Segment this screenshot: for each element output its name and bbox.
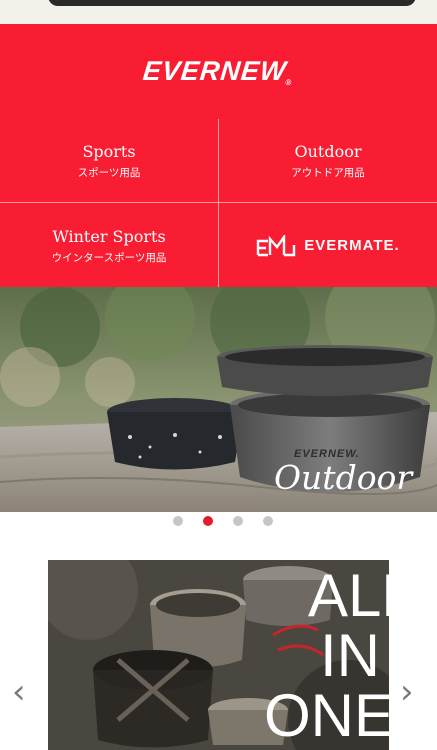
carousel-dot-2[interactable] [203,516,213,526]
category-winter-sports-subtitle: ウインタースポーツ用品 [51,251,167,264]
logo-text: EVERNEW [141,56,289,86]
category-outdoor-title: Outdoor [294,141,362,161]
carousel-dot-4[interactable] [263,516,273,526]
registered-mark: ® [285,78,294,87]
evernew-logo[interactable]: EVERNEW® [142,56,296,87]
promo-line-2: IN [320,622,380,689]
category-winter-sports-title: Winter Sports [52,226,166,246]
grid-divider-horizontal [0,202,437,203]
carousel-dot-3[interactable] [233,516,243,526]
evermate-mark-icon [257,234,296,256]
chevron-left-icon[interactable]: ‹ [12,672,26,712]
category-sports-subtitle: スポーツ用品 [77,166,141,179]
browser-top-bar [0,0,437,24]
evermate-logo-text: EVERMATE. [304,237,400,254]
url-bar[interactable] [48,0,416,6]
promo-line-1: ALL [308,562,389,629]
carousel-dot-1[interactable] [173,516,183,526]
promo-line-3: ONE [264,682,389,749]
category-sports-title: Sports [82,141,136,161]
category-grid: Sports スポーツ用品 Outdoor アウトドア用品 Winter Spo… [0,119,437,287]
promo-banner[interactable]: ALL IN ONE [48,560,389,750]
category-outdoor[interactable]: Outdoor アウトドア用品 [219,119,437,202]
evermate-link[interactable]: EVERMATE. [219,204,437,287]
category-outdoor-subtitle: アウトドア用品 [291,166,365,179]
carousel-pagination [0,516,437,528]
chevron-right-icon[interactable]: › [400,672,414,712]
site-header: EVERNEW® [0,24,437,119]
category-sports[interactable]: Sports スポーツ用品 [0,119,218,202]
hero-caption: Outdoor [274,458,413,497]
category-winter-sports[interactable]: Winter Sports ウインタースポーツ用品 [0,204,218,287]
